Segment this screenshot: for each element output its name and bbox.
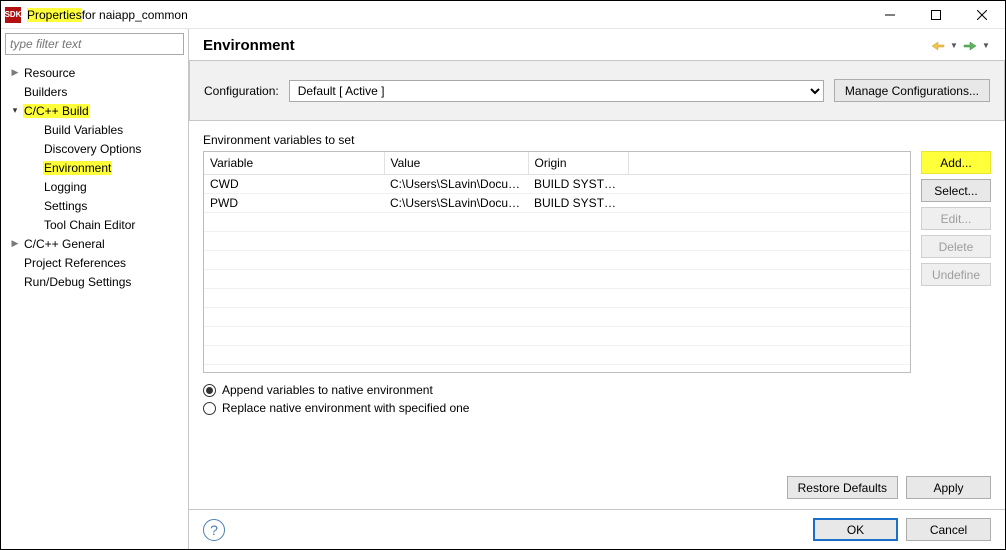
delete-button: Delete <box>921 235 991 258</box>
tree-item-resource[interactable]: ▶ Resource <box>1 63 188 82</box>
configuration-bar: Configuration: Default [ Active ] Manage… <box>189 61 1005 121</box>
forward-dropdown-icon[interactable]: ▼ <box>981 38 991 54</box>
select-button[interactable]: Select... <box>921 179 991 202</box>
ok-button[interactable]: OK <box>813 518 898 541</box>
help-icon[interactable]: ? <box>203 519 225 541</box>
minimize-button[interactable] <box>867 1 913 29</box>
col-origin[interactable]: Origin <box>528 152 628 175</box>
tree-item-discovery-options[interactable]: Discovery Options <box>1 139 188 158</box>
radio-replace[interactable]: Replace native environment with specifie… <box>203 401 991 415</box>
back-dropdown-icon[interactable]: ▼ <box>949 38 959 54</box>
chevron-right-icon: ▶ <box>7 236 23 252</box>
radio-append[interactable]: Append variables to native environment <box>203 383 991 397</box>
radio-checked-icon <box>203 384 216 397</box>
tree-item-ccpp-general[interactable]: ▶ C/C++ General <box>1 234 188 253</box>
manage-configurations-button[interactable]: Manage Configurations... <box>834 79 990 102</box>
titlebar: SDK Properties for naiapp_common <box>1 1 1005 29</box>
col-spacer <box>628 152 910 175</box>
window-title: Properties for naiapp_common <box>27 8 188 22</box>
tree-item-tool-chain-editor[interactable]: Tool Chain Editor <box>1 215 188 234</box>
cancel-button[interactable]: Cancel <box>906 518 991 541</box>
tree-item-builders[interactable]: ▶ Builders <box>1 82 188 101</box>
tree-item-ccpp-build[interactable]: ▾ C/C++ Build <box>1 101 188 120</box>
page-title: Environment <box>203 37 929 54</box>
table-side-buttons: Add... Select... Edit... Delete Undefine <box>921 151 991 373</box>
add-button[interactable]: Add... <box>921 151 991 174</box>
undefine-button: Undefine <box>921 263 991 286</box>
edit-button: Edit... <box>921 207 991 230</box>
tree-item-build-variables[interactable]: Build Variables <box>1 120 188 139</box>
col-variable[interactable]: Variable <box>204 152 384 175</box>
tree-item-environment[interactable]: Environment <box>1 158 188 177</box>
category-tree: ▶ Resource ▶ Builders ▾ C/C++ Build Buil… <box>1 59 188 291</box>
table-row[interactable]: PWD C:\Users\SLavin\Docum... BUILD SYSTE… <box>204 194 910 213</box>
chevron-down-icon: ▾ <box>7 103 23 119</box>
maximize-button[interactable] <box>913 1 959 29</box>
forward-arrow-icon[interactable] <box>961 38 979 54</box>
env-vars-table[interactable]: Variable Value Origin CWD C:\Users\SLavi… <box>203 151 911 373</box>
filter-input[interactable] <box>5 33 184 55</box>
tree-item-logging[interactable]: Logging <box>1 177 188 196</box>
close-button[interactable] <box>959 1 1005 29</box>
content-pane: Environment ▼ ▼ Configuration: Default [… <box>189 29 1005 549</box>
env-mode-radios: Append variables to native environment R… <box>203 373 991 419</box>
nav-history-toolbar: ▼ ▼ <box>929 38 991 54</box>
chevron-right-icon: ▶ <box>7 65 23 81</box>
dialog-footer: ? OK Cancel <box>189 509 1005 549</box>
sdk-app-icon: SDK <box>5 7 21 23</box>
table-row[interactable]: CWD C:\Users\SLavin\Docum... BUILD SYSTE… <box>204 175 910 194</box>
radio-unchecked-icon <box>203 402 216 415</box>
tree-item-settings[interactable]: Settings <box>1 196 188 215</box>
configuration-select[interactable]: Default [ Active ] <box>289 80 824 102</box>
properties-dialog: SDK Properties for naiapp_common ▶ Resou… <box>0 0 1006 550</box>
tree-item-run-debug-settings[interactable]: ▶ Run/Debug Settings <box>1 272 188 291</box>
category-sidebar: ▶ Resource ▶ Builders ▾ C/C++ Build Buil… <box>1 29 189 549</box>
env-vars-caption: Environment variables to set <box>203 133 991 147</box>
title-prefix: Properties <box>27 8 82 22</box>
configuration-label: Configuration: <box>204 84 279 98</box>
tree-item-project-references[interactable]: ▶ Project References <box>1 253 188 272</box>
back-arrow-icon[interactable] <box>929 38 947 54</box>
col-value[interactable]: Value <box>384 152 528 175</box>
restore-defaults-button[interactable]: Restore Defaults <box>787 476 898 499</box>
title-suffix: for naiapp_common <box>82 8 188 22</box>
apply-button[interactable]: Apply <box>906 476 991 499</box>
